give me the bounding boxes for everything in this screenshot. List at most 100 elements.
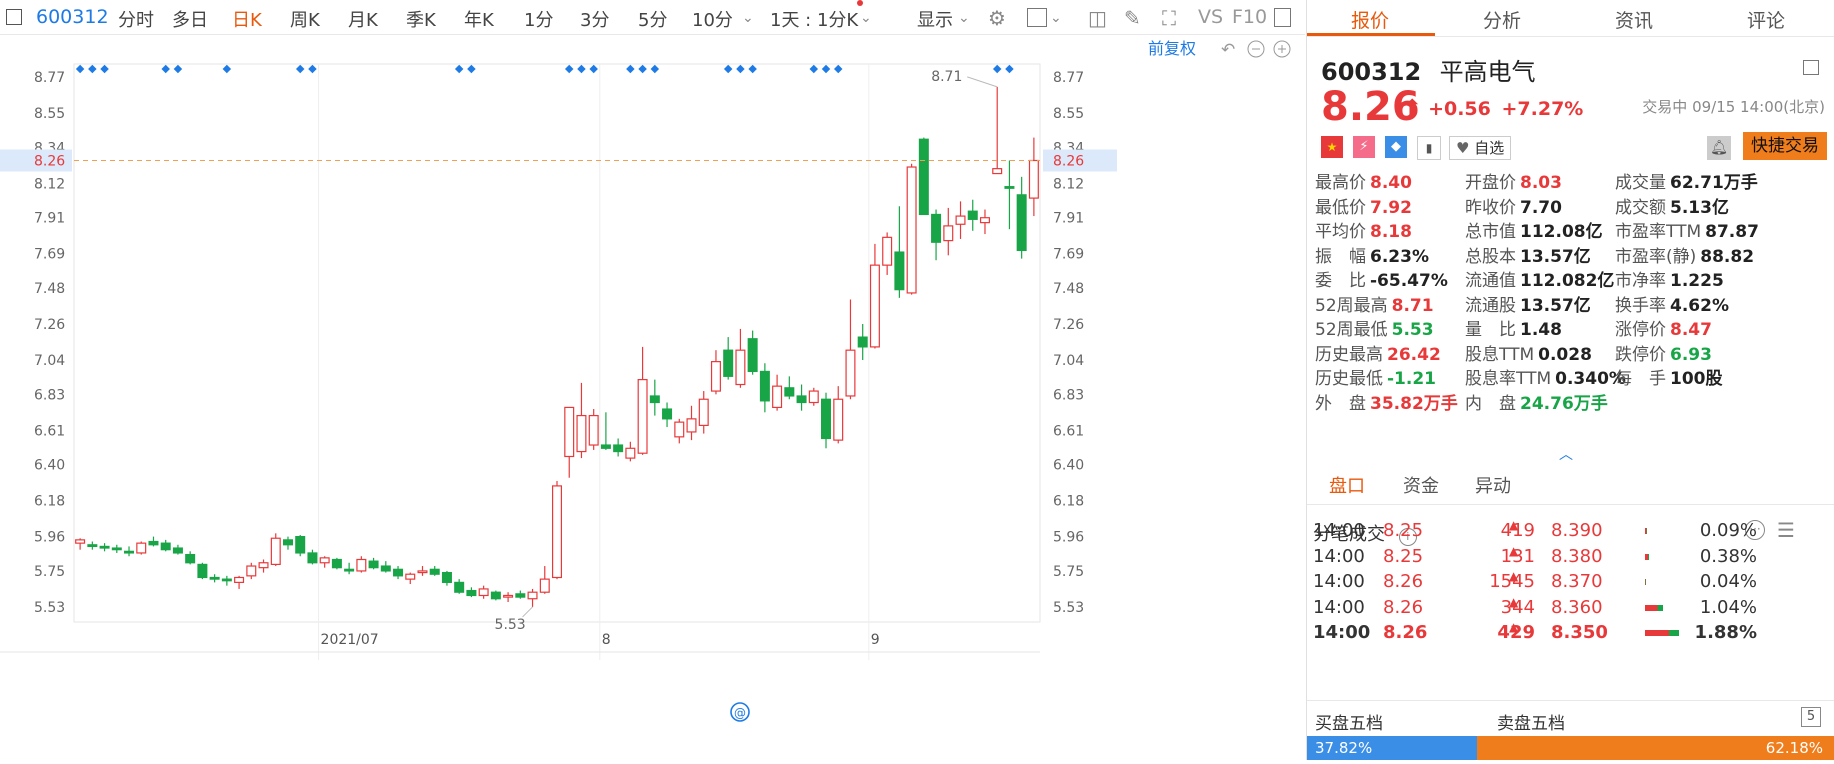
candle[interactable] — [405, 572, 416, 585]
event-diamond-icon[interactable] — [75, 64, 85, 74]
candle[interactable] — [674, 418, 685, 444]
period-multiday[interactable]: 多日 — [172, 6, 208, 32]
candle[interactable] — [221, 575, 232, 586]
candle[interactable] — [124, 546, 135, 557]
candle[interactable] — [662, 402, 673, 428]
kline-chart[interactable]: 2021/07 8 9 8.77 8.77 8.55 8.55 8.34 8.34 8.12 8.… — [0, 34, 1305, 760]
candle[interactable] — [943, 207, 954, 256]
event-diamond-icon[interactable] — [736, 64, 745, 74]
period-yearly-k[interactable]: 年K — [464, 6, 494, 32]
stock-code-link[interactable]: 600312 — [36, 6, 109, 28]
tab-comments[interactable]: 评论 — [1747, 6, 1785, 33]
event-diamond-icon[interactable] — [161, 64, 170, 74]
candle[interactable] — [490, 590, 501, 601]
candle[interactable] — [906, 163, 917, 295]
compare-vs-button[interactable]: VS — [1198, 6, 1223, 28]
candle[interactable] — [613, 438, 624, 457]
panel-menu-icon[interactable] — [1803, 60, 1819, 75]
period-3min[interactable]: 3分 — [580, 6, 609, 32]
candle[interactable] — [698, 391, 709, 434]
candle[interactable] — [1028, 137, 1039, 217]
candle[interactable] — [148, 536, 159, 547]
event-diamond-icon[interactable] — [821, 64, 831, 74]
candle[interactable] — [796, 384, 807, 411]
buy-five-label[interactable]: 买盘五档 — [1315, 709, 1383, 734]
event-diamond-icon[interactable] — [833, 64, 843, 74]
collapse-chevron-icon[interactable]: ︿ — [1559, 444, 1573, 464]
event-diamond-icon[interactable] — [748, 64, 757, 74]
event-diamond-icon[interactable] — [626, 64, 635, 74]
candle[interactable] — [539, 566, 550, 594]
candle[interactable] — [319, 556, 330, 568]
event-diamond-icon[interactable] — [809, 64, 819, 74]
candle[interactable] — [833, 386, 844, 444]
candle[interactable] — [747, 330, 758, 375]
candle[interactable] — [918, 137, 929, 216]
chevron-down-icon[interactable]: ⌄ — [742, 10, 754, 26]
event-diamond-icon[interactable] — [295, 64, 305, 74]
period-10min[interactable]: 10分 — [692, 6, 733, 32]
candle[interactable] — [258, 559, 269, 573]
period-daily-k[interactable]: 日K — [232, 6, 262, 32]
pencil-icon[interactable]: ✎ — [1124, 6, 1141, 30]
bell-icon[interactable]: 🔔︎ — [1707, 136, 1731, 160]
event-diamond-icon[interactable] — [454, 64, 464, 74]
candle[interactable] — [441, 570, 452, 586]
candle[interactable] — [429, 566, 440, 576]
subtab-orderbook[interactable]: 盘口 — [1329, 472, 1365, 498]
candle[interactable] — [503, 592, 514, 603]
event-diamond-icon[interactable] — [650, 64, 660, 74]
candle[interactable] — [368, 557, 379, 570]
candle[interactable] — [821, 392, 832, 449]
candle[interactable] — [160, 539, 171, 552]
candle[interactable] — [344, 562, 355, 575]
candle[interactable] — [454, 579, 465, 594]
period-monthly-k[interactable]: 月K — [348, 6, 378, 32]
five-level-toggle[interactable]: 5 — [1801, 707, 1821, 727]
candle[interactable] — [197, 562, 208, 580]
candle[interactable] — [808, 387, 819, 406]
candle[interactable] — [772, 374, 783, 411]
candle[interactable] — [136, 541, 147, 555]
period-1min[interactable]: 1分 — [524, 6, 553, 32]
event-diamond-icon[interactable] — [638, 64, 647, 74]
candle[interactable] — [857, 324, 868, 360]
display-menu[interactable]: 显示 — [917, 6, 953, 32]
candle[interactable] — [588, 409, 599, 450]
candle[interactable] — [576, 382, 587, 459]
watchlist-button[interactable]: ♥ 自选 — [1449, 136, 1511, 160]
event-diamond-icon[interactable] — [992, 64, 1002, 74]
china-flag-icon[interactable]: ★ — [1321, 136, 1343, 158]
indicator-chevron-icon[interactable]: ⌄ — [1050, 10, 1062, 26]
period-quarterly-k[interactable]: 季K — [406, 6, 436, 32]
candle[interactable] — [185, 551, 196, 565]
candle[interactable] — [234, 575, 245, 589]
subtab-movement[interactable]: 异动 — [1475, 472, 1511, 498]
period-intraday[interactable]: 分时 — [118, 6, 154, 32]
candle[interactable] — [75, 538, 86, 550]
candle[interactable] — [172, 544, 183, 555]
event-diamond-icon[interactable] — [100, 64, 109, 74]
event-diamond-icon[interactable] — [577, 64, 586, 74]
candle[interactable] — [759, 363, 770, 413]
event-diamond-icon[interactable] — [308, 64, 317, 74]
candle[interactable] — [979, 209, 990, 235]
sell-five-label[interactable]: 卖盘五档 — [1497, 709, 1565, 734]
candle[interactable] — [600, 412, 611, 450]
candle[interactable] — [356, 556, 367, 573]
tab-quote[interactable]: 报价 — [1351, 6, 1389, 33]
event-diamond-icon[interactable] — [564, 64, 574, 74]
subtab-fund[interactable]: 资金 — [1403, 472, 1439, 498]
undo-icon[interactable]: ↶ — [1221, 40, 1235, 60]
candle[interactable] — [99, 543, 110, 552]
candle[interactable] — [784, 376, 795, 400]
candle[interactable] — [270, 533, 281, 567]
candle[interactable] — [380, 561, 391, 573]
candle[interactable] — [710, 350, 721, 395]
event-diamond-icon[interactable] — [222, 64, 232, 74]
adjust-mode-button[interactable]: 前复权 — [1148, 39, 1196, 58]
candle[interactable] — [527, 588, 538, 607]
trend-icon[interactable]: ⚡ — [1353, 136, 1375, 158]
tab-analysis[interactable]: 分析 — [1483, 6, 1521, 33]
candle[interactable] — [1016, 176, 1027, 259]
